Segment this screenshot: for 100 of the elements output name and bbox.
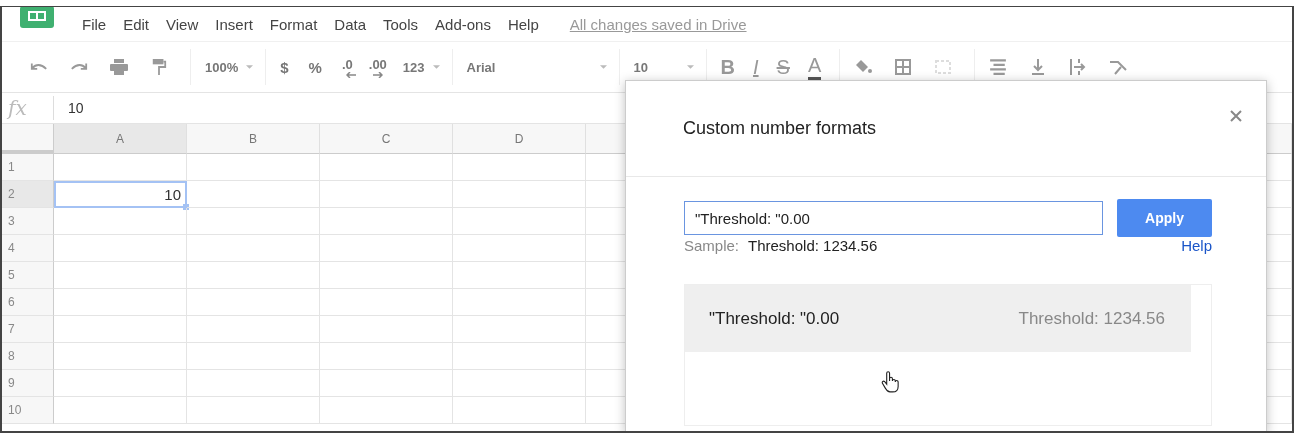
row-header[interactable]: 3 — [2, 208, 54, 235]
table-cell[interactable] — [320, 262, 453, 289]
table-cell[interactable] — [54, 370, 187, 397]
arrow-icon — [372, 71, 383, 78]
percent-format-button[interactable]: % — [308, 58, 322, 76]
corner-cell[interactable] — [2, 124, 54, 154]
more-formats-dropdown[interactable]: 123 — [402, 59, 440, 75]
table-cell[interactable] — [453, 316, 586, 343]
caret-icon — [432, 65, 440, 69]
text-rotation-icon[interactable] — [1109, 59, 1128, 75]
row-header[interactable]: 9 — [2, 370, 54, 397]
table-cell[interactable] — [320, 208, 453, 235]
dialog-title: Custom number formats — [683, 118, 877, 139]
table-cell[interactable] — [453, 181, 586, 208]
apply-button[interactable]: Apply — [1117, 199, 1212, 237]
table-cell[interactable] — [320, 370, 453, 397]
table-cell[interactable] — [187, 316, 320, 343]
table-cell[interactable] — [54, 316, 187, 343]
arrow-icon — [345, 71, 356, 78]
caret-icon — [686, 65, 694, 69]
italic-button[interactable]: I — [753, 55, 759, 79]
column-header[interactable]: B — [187, 124, 320, 154]
decrease-decimals-button[interactable]: .0 — [341, 56, 353, 78]
print-icon[interactable] — [110, 59, 128, 75]
table-cell[interactable] — [187, 397, 320, 424]
format-input[interactable]: "Threshold: "0.00 — [684, 201, 1103, 235]
table-cell[interactable] — [453, 154, 586, 181]
menu-item[interactable]: Add-ons — [435, 15, 491, 33]
table-cell[interactable] — [187, 262, 320, 289]
row-header[interactable]: 7 — [2, 316, 54, 343]
table-cell[interactable] — [453, 397, 586, 424]
strikethrough-button[interactable]: S — [776, 55, 790, 79]
help-link[interactable]: Help — [1181, 237, 1212, 254]
row-header[interactable]: 8 — [2, 343, 54, 370]
fill-color-icon[interactable] — [854, 59, 873, 75]
row-header[interactable]: 5 — [2, 262, 54, 289]
column-header[interactable]: A — [54, 124, 187, 154]
table-cell[interactable] — [453, 289, 586, 316]
table-cell[interactable] — [320, 289, 453, 316]
menu-item[interactable]: Edit — [123, 15, 150, 33]
save-status-link[interactable]: All changes saved in Drive — [569, 15, 747, 33]
table-cell[interactable] — [187, 154, 320, 181]
bold-button[interactable]: B — [720, 55, 735, 79]
table-cell[interactable] — [320, 235, 453, 262]
sheets-logo-icon[interactable] — [20, 7, 54, 28]
table-cell[interactable] — [453, 370, 586, 397]
row-header[interactable]: 10 — [2, 397, 54, 424]
font-dropdown[interactable]: Arial — [466, 59, 607, 75]
table-cell[interactable] — [54, 397, 187, 424]
row-header[interactable]: 2 — [2, 181, 54, 208]
table-cell[interactable] — [320, 397, 453, 424]
borders-icon[interactable] — [894, 59, 913, 75]
align-icon[interactable] — [989, 59, 1008, 75]
table-cell[interactable] — [54, 343, 187, 370]
table-cell[interactable] — [187, 208, 320, 235]
table-cell[interactable] — [453, 235, 586, 262]
menu-item[interactable]: Tools — [383, 15, 419, 33]
zoom-dropdown[interactable]: 100% — [205, 59, 254, 75]
column-header[interactable]: D — [453, 124, 586, 154]
row-header[interactable]: 4 — [2, 235, 54, 262]
table-cell[interactable] — [54, 235, 187, 262]
menu-item[interactable]: File — [82, 15, 107, 33]
paint-format-icon[interactable] — [150, 59, 168, 75]
table-cell[interactable] — [187, 289, 320, 316]
menu-item[interactable]: Insert — [215, 15, 253, 33]
table-cell[interactable] — [187, 343, 320, 370]
table-cell[interactable] — [453, 343, 586, 370]
currency-format-button[interactable]: $ — [280, 58, 289, 76]
format-list-item[interactable]: "Threshold: "0.00 Threshold: 1234.56 — [685, 285, 1191, 352]
table-cell[interactable] — [320, 181, 453, 208]
table-cell[interactable] — [54, 208, 187, 235]
menu-item[interactable]: Data — [334, 15, 366, 33]
table-cell[interactable] — [320, 343, 453, 370]
formula-input[interactable]: 10 — [54, 100, 84, 116]
row-header[interactable]: 1 — [2, 154, 54, 181]
table-cell[interactable] — [453, 208, 586, 235]
close-icon[interactable] — [1230, 110, 1242, 122]
table-cell[interactable] — [320, 154, 453, 181]
text-wrap-icon[interactable] — [1069, 59, 1088, 75]
menu-item[interactable]: Help — [507, 15, 539, 33]
caret-icon — [246, 65, 254, 69]
table-cell[interactable] — [187, 235, 320, 262]
menu-item[interactable]: Format — [269, 15, 318, 33]
caret-icon — [599, 65, 607, 69]
table-cell[interactable] — [54, 289, 187, 316]
table-cell[interactable] — [54, 154, 187, 181]
fill-handle[interactable] — [183, 204, 189, 210]
table-cell[interactable] — [187, 181, 320, 208]
row-header[interactable]: 6 — [2, 289, 54, 316]
table-cell[interactable] — [453, 262, 586, 289]
table-cell[interactable]: 10 — [54, 181, 187, 208]
table-cell[interactable] — [187, 370, 320, 397]
merge-cells-icon[interactable] — [934, 59, 953, 75]
menu-item[interactable]: View — [166, 15, 199, 33]
font-size-dropdown[interactable]: 10 — [633, 59, 694, 75]
increase-decimals-button[interactable]: .00 — [368, 56, 387, 78]
column-header[interactable]: C — [320, 124, 453, 154]
formula-label: fx — [2, 96, 54, 120]
table-cell[interactable] — [54, 262, 187, 289]
table-cell[interactable] — [320, 316, 453, 343]
